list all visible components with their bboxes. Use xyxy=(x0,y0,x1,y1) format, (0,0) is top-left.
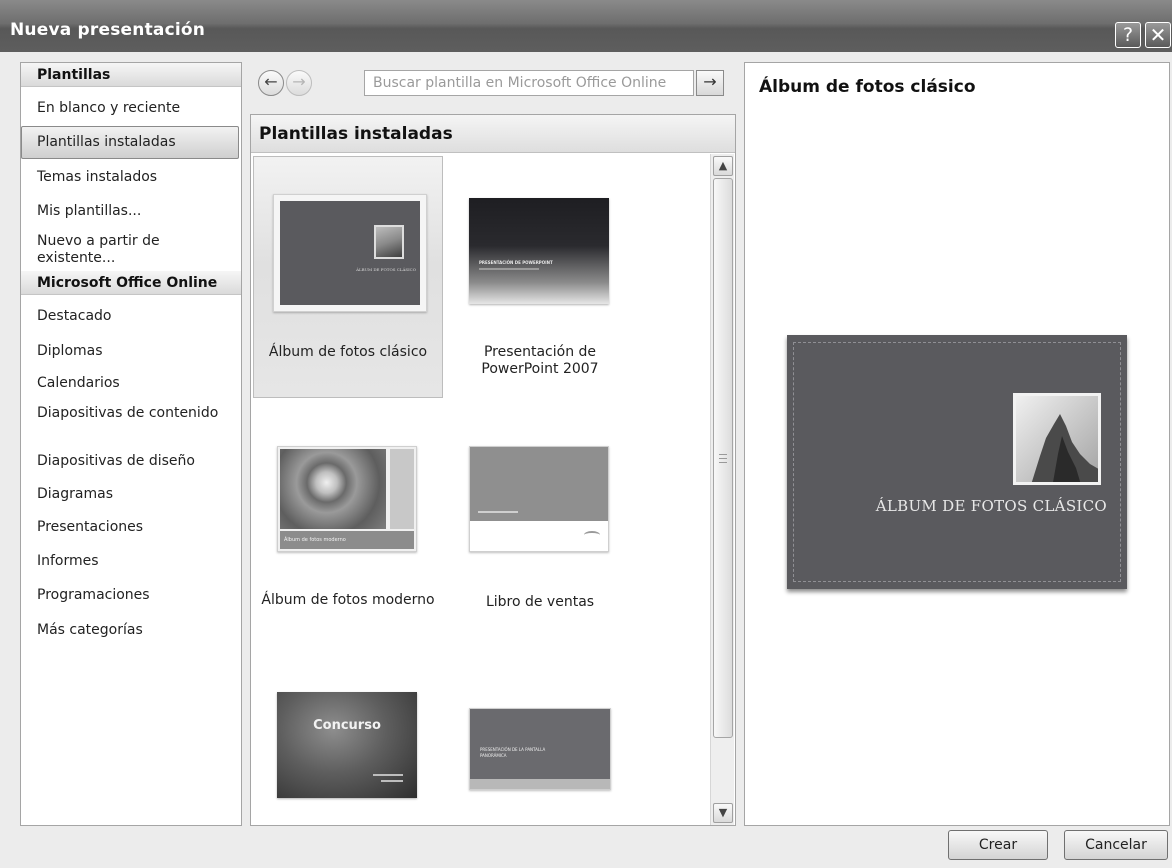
forward-arrow-icon[interactable]: → xyxy=(286,70,312,96)
thumb-footer-band xyxy=(470,779,610,789)
thumb-subtitle-line xyxy=(479,268,539,270)
new-presentation-dialog: Nueva presentación ? ✕ Plantillas En bla… xyxy=(0,0,1172,868)
search-toolbar: ← → → xyxy=(250,62,736,106)
preview-title: Álbum de fotos clásico xyxy=(759,77,976,97)
thumb-sunflower-photo xyxy=(280,449,386,529)
nav-item-diagrams[interactable]: Diagramas xyxy=(37,486,237,503)
templates-panel-title: Plantillas instaladas xyxy=(251,115,735,153)
preview-slide-caption: ÁLBUM DE FOTOS CLÁSICO xyxy=(875,497,1107,515)
template-thumb-powerpoint-2007[interactable]: PRESENTACIÓN DE POWERPOINT xyxy=(469,198,609,304)
thumb-caption: PRESENTACIÓN DE LA PANTALLA PANORÁMICA xyxy=(480,747,546,758)
nav-item-new-from-existing[interactable]: Nuevo a partir de existente... xyxy=(37,233,237,267)
scroll-down-icon[interactable]: ▼ xyxy=(713,803,733,823)
scroll-up-icon[interactable]: ▲ xyxy=(713,156,733,176)
help-button[interactable]: ? xyxy=(1115,22,1141,48)
nav-item-design-slides[interactable]: Diapositivas de diseño xyxy=(37,453,237,470)
thumb-caption: PRESENTACIÓN DE POWERPOINT xyxy=(479,260,553,265)
template-label-sales-book[interactable]: Libro de ventas xyxy=(445,594,635,611)
template-label-modern-album[interactable]: Álbum de fotos moderno xyxy=(253,592,443,609)
nav-item-my-templates[interactable]: Mis plantillas... xyxy=(37,203,237,220)
rock-photo-icon xyxy=(1016,396,1098,482)
nav-item-installed-templates[interactable]: Plantillas instaladas xyxy=(37,134,237,151)
preview-slide: ÁLBUM DE FOTOS CLÁSICO xyxy=(787,335,1127,589)
cancel-button[interactable]: Cancelar xyxy=(1064,830,1168,860)
thumb-side-bar xyxy=(390,449,414,529)
template-thumb-contest[interactable]: Concurso xyxy=(277,692,417,798)
thumb-swoosh-icon xyxy=(584,531,600,539)
thumb-slide-bg: ÁLBUM DE FOTOS CLÁSICO xyxy=(280,201,420,305)
nav-item-presentations[interactable]: Presentaciones xyxy=(37,519,237,536)
template-search-input[interactable] xyxy=(364,70,694,96)
nav-item-content-slides[interactable]: Diapositivas de contenido xyxy=(37,405,237,422)
thumb-photo-icon xyxy=(374,225,404,259)
template-thumb-widescreen[interactable]: PRESENTACIÓN DE LA PANTALLA PANORÁMICA xyxy=(469,708,611,790)
nav-item-diplomas[interactable]: Diplomas xyxy=(37,343,237,360)
scroll-thumb[interactable] xyxy=(713,178,733,738)
thumb-caption: Concurso xyxy=(313,718,381,733)
close-button[interactable]: ✕ xyxy=(1145,22,1171,48)
thumb-caption: ÁLBUM DE FOTOS CLÁSICO xyxy=(356,267,416,272)
template-thumb-modern-album[interactable]: Álbum de fotos moderno xyxy=(277,446,417,552)
nav-item-more-categories[interactable]: Más categorías xyxy=(37,622,237,639)
thumb-detail-line xyxy=(373,774,403,776)
template-thumb-classic-album[interactable]: ÁLBUM DE FOTOS CLÁSICO xyxy=(273,194,427,312)
nav-header-office-online: Microsoft Office Online xyxy=(21,271,241,295)
template-thumb-sales-book[interactable] xyxy=(469,446,609,552)
preview-panel: Álbum de fotos clásico ÁLBUM DE FOTOS CL… xyxy=(744,62,1170,826)
gallery-scrollbar[interactable]: ▲ ▼ xyxy=(710,154,734,825)
templates-panel: Plantillas instaladas ÁLBUM DE FOTOS CLÁ… xyxy=(250,114,736,826)
nav-item-blank-recent[interactable]: En blanco y reciente xyxy=(37,100,237,117)
template-label-classic-album[interactable]: Álbum de fotos clásico xyxy=(253,344,443,361)
nav-item-reports[interactable]: Informes xyxy=(37,553,237,570)
nav-item-featured[interactable]: Destacado xyxy=(37,308,237,325)
thumb-title-line xyxy=(478,511,518,513)
title-bar: Nueva presentación ? ✕ xyxy=(0,0,1172,52)
category-nav: Plantillas En blanco y reciente Plantill… xyxy=(20,62,242,826)
nav-item-schedules[interactable]: Programaciones xyxy=(37,587,237,604)
scroll-grip-icon xyxy=(719,454,727,463)
search-go-arrow-icon[interactable]: → xyxy=(696,70,724,96)
back-arrow-icon[interactable]: ← xyxy=(258,70,284,96)
thumb-slide-band xyxy=(470,447,608,521)
nav-item-installed-themes[interactable]: Temas instalados xyxy=(37,169,237,186)
thumb-detail-line xyxy=(381,780,403,782)
create-button[interactable]: Crear xyxy=(948,830,1048,860)
template-label-powerpoint-2007[interactable]: Presentación de PowerPoint 2007 xyxy=(445,344,635,378)
nav-header-templates: Plantillas xyxy=(21,63,241,87)
template-gallery: ÁLBUM DE FOTOS CLÁSICO Álbum de fotos cl… xyxy=(251,154,709,825)
preview-rock-photo xyxy=(1013,393,1101,485)
nav-item-calendars[interactable]: Calendarios xyxy=(37,375,237,392)
thumb-caption: Álbum de fotos moderno xyxy=(280,531,414,549)
dialog-title: Nueva presentación xyxy=(10,20,206,40)
